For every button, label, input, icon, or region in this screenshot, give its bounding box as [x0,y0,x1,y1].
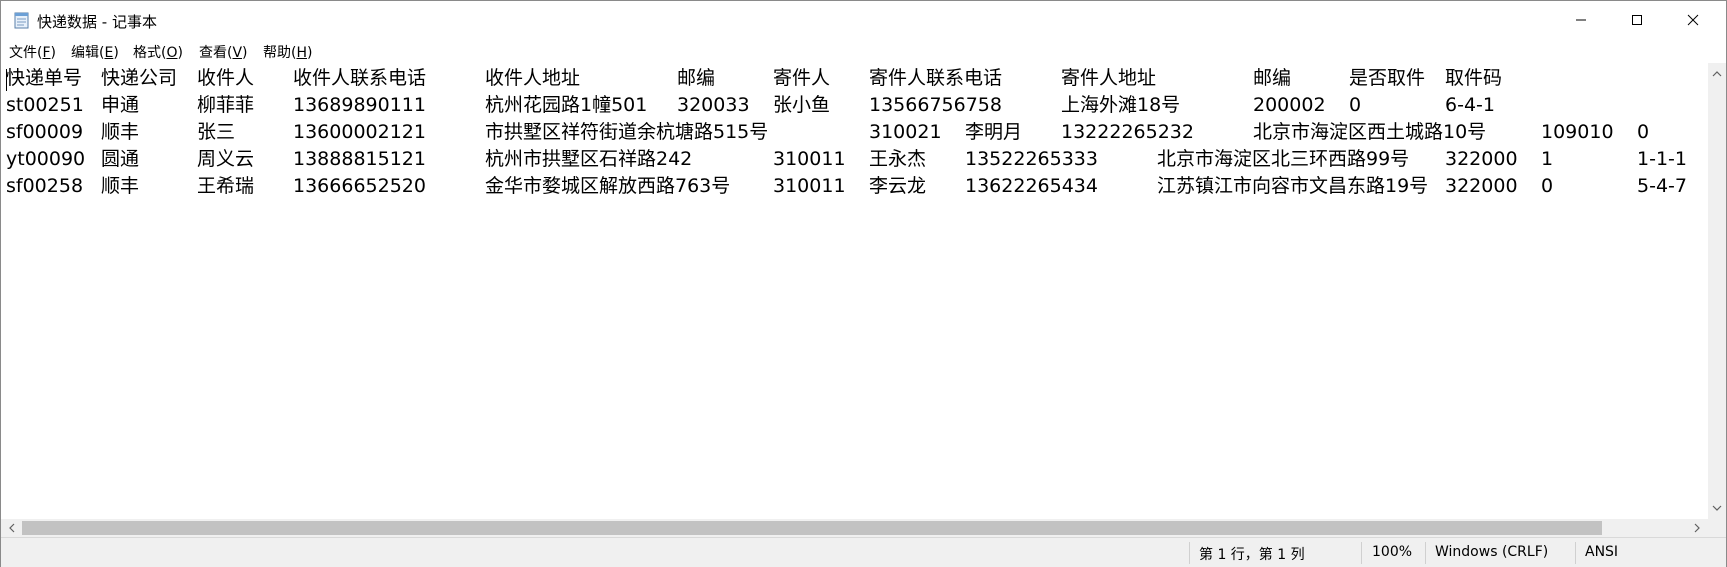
scroll-right-button[interactable] [1688,519,1706,537]
text-token: 李云龙 [869,175,927,197]
text-token: 快递公司 [101,67,178,89]
text-token: 13222265232 [1061,121,1194,143]
text-token: 13522265333 [965,148,1098,170]
menu-format[interactable]: 格式(O) [133,42,183,62]
text-token: 310011 [773,175,846,197]
text-token: 322000 [1445,148,1518,170]
status-divider [1425,542,1426,564]
menu-view[interactable]: 查看(V) [199,42,248,62]
text-token: 是否取件 [1349,67,1426,89]
text-token: 李明月 [965,121,1023,143]
menu-edit[interactable]: 编辑(E) [71,42,119,62]
title-bar[interactable]: 快递数据 - 记事本 [1,1,1726,39]
text-token: 邮编 [677,67,716,89]
text-token: 圆通 [101,148,140,170]
status-bar: 第 1 行，第 1 列 100% Windows (CRLF) ANSI [1,537,1726,567]
text-token: 金华市婺城区解放西路763号 [485,175,731,197]
text-token: 寄件人联系电话 [869,67,1003,89]
text-token: 13622265434 [965,175,1098,197]
minimize-button[interactable] [1553,1,1609,39]
text-token: 邮编 [1253,67,1292,89]
text-token: 13888815121 [293,148,426,170]
zoom-level: 100% [1372,544,1413,560]
text-token: st00251 [6,94,84,116]
text-token: 寄件人地址 [1061,67,1157,89]
cursor-position: 第 1 行，第 1 列 [1199,547,1305,563]
text-token: 322000 [1445,175,1518,197]
text-token: 6-4-1 [1445,94,1495,116]
text-token: 顺丰 [101,121,140,143]
scrollbar-corner [1708,519,1726,537]
menu-bar: 文件(F) 编辑(E) 格式(O) 查看(V) 帮助(H) [1,39,1726,63]
minimize-icon [1576,19,1586,21]
text-editor[interactable]: 快递单号 快递公司 收件人 收件人联系电话 收件人地址 邮编 寄件人 寄件人联系… [1,63,1708,519]
text-token: 13600002121 [293,121,426,143]
text-token: 申通 [101,94,140,116]
maximize-icon [1632,15,1642,25]
text-token: 张小鱼 [773,94,831,116]
text-token: 上海外滩18号 [1061,94,1181,116]
chevron-right-icon [1694,523,1700,533]
close-icon [1687,14,1699,26]
chevron-up-icon [1712,71,1722,77]
text-token: 13566756758 [869,94,1002,116]
scroll-up-button[interactable] [1708,65,1726,83]
text-token: 江苏镇江市向容市文昌东路19号 [1157,175,1429,197]
text-token: 柳菲菲 [197,94,255,116]
menu-file[interactable]: 文件(F) [9,42,56,62]
horizontal-scrollbar[interactable] [1,519,1708,537]
maximize-button[interactable] [1609,1,1665,39]
text-token: 市拱墅区祥符街道余杭塘路515号 [485,121,769,143]
text-token: 0 [1541,175,1554,197]
status-divider [1189,542,1190,564]
scroll-thumb[interactable] [22,521,1602,535]
text-token: 王永杰 [869,148,927,170]
text-token: 北京市海淀区西土城路10号 [1253,121,1487,143]
notepad-icon [14,12,29,29]
text-token: 13689890111 [293,94,426,116]
line-ending: Windows (CRLF) [1435,544,1549,560]
chevron-left-icon [9,523,15,533]
text-token: 周义云 [197,148,255,170]
text-token: 杭州市拱墅区石祥路242 [485,148,693,170]
text-token: sf00009 [6,121,84,143]
chevron-down-icon [1712,505,1722,511]
window-title: 快递数据 - 记事本 [37,13,157,31]
text-token: sf00258 [6,175,84,197]
text-token: 北京市海淀区北三环西路99号 [1157,148,1410,170]
text-token: 寄件人 [773,67,831,89]
text-token: 快递单号 [6,67,83,89]
scroll-left-button[interactable] [3,519,21,537]
text-token: 取件码 [1445,67,1503,89]
text-token: 张三 [197,121,236,143]
text-token: 收件人地址 [485,67,581,89]
status-divider [1361,542,1362,564]
text-token: 杭州花园路1幢501 [485,94,648,116]
text-token: 5-4-7 [1637,175,1687,197]
text-token: 收件人联系电话 [293,67,427,89]
menu-help[interactable]: 帮助(H) [263,42,312,62]
text-token: 顺丰 [101,175,140,197]
text-token: 320033 [677,94,750,116]
text-token: 200002 [1253,94,1326,116]
encoding: ANSI [1585,544,1619,560]
text-token: 收件人 [197,67,255,89]
text-token: 310011 [773,148,846,170]
text-token: 王希瑞 [197,175,255,197]
text-token: 13666652520 [293,175,426,197]
text-token: 1 [1541,148,1554,170]
text-token: 0 [1349,94,1362,116]
status-divider [1575,542,1576,564]
text-token: yt00090 [6,148,86,170]
text-token: 1-1-1 [1637,148,1687,170]
text-token: 0 [1637,121,1650,143]
text-token: 109010 [1541,121,1614,143]
vertical-scrollbar[interactable] [1708,63,1726,519]
text-token: 310021 [869,121,942,143]
close-button[interactable] [1665,1,1721,39]
notepad-window: 快递数据 - 记事本 文件(F) 编辑(E) 格式(O) 查看(V) 帮助(H)… [0,0,1727,567]
scroll-down-button[interactable] [1708,499,1726,517]
